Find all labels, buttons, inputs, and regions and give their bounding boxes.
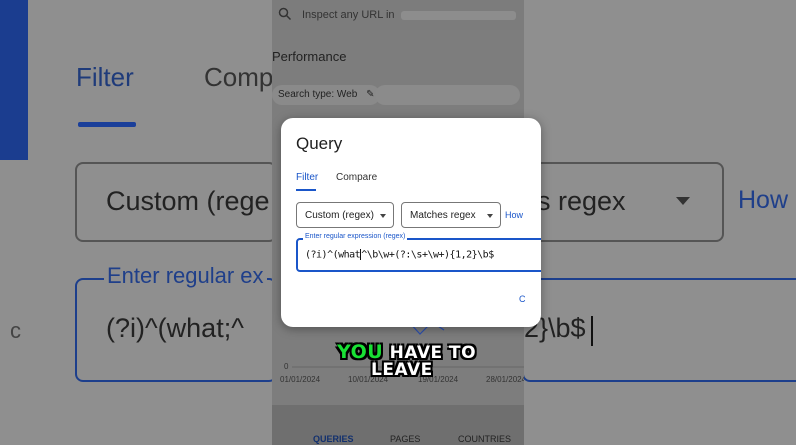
caption-line-2: LEAVE [371, 360, 433, 380]
tab-filter[interactable]: Filter [296, 172, 318, 183]
match-type-value: Matches regex [410, 210, 476, 221]
background-stray-letter: c [10, 318, 21, 343]
edit-pencil-icon: ✎ [366, 89, 375, 100]
tab-compare[interactable]: Compare [336, 172, 377, 183]
blurred-domain [400, 10, 516, 20]
background-accent-bar [0, 0, 28, 160]
blurred-date-chip[interactable] [375, 85, 520, 105]
search-placeholder: Inspect any URL in [302, 9, 395, 21]
background-regex-label: Enter regular ex [104, 263, 267, 289]
filter-type-value: Custom (regex) [305, 210, 374, 221]
search-type-chip[interactable]: Search type: Web ✎ [272, 85, 381, 105]
section-title: Performance [272, 49, 347, 64]
chart-x-tick: 28/01/2024 [486, 375, 524, 384]
regex-input-value[interactable]: (?i)^(what^\b\w+(?:\s+\w+){1,2}\b$ [305, 249, 494, 261]
chevron-down-icon [487, 214, 493, 218]
background-caret-icon [676, 197, 690, 205]
regex-input-label: Enter regular expression (regex) [303, 233, 408, 240]
tab-queries[interactable]: QUERIES [313, 434, 354, 444]
chevron-down-icon [380, 214, 386, 218]
query-filter-dialog: Query Filter Compare Custom (regex) Matc… [281, 118, 541, 327]
active-tab-indicator [296, 189, 316, 191]
background-tab-underline [78, 122, 136, 127]
background-dropdown-type-label: Custom (rege [106, 186, 270, 216]
search-input[interactable]: Inspect any URL in [302, 9, 516, 21]
chart-y-tick: 0 [284, 362, 289, 371]
tab-pages[interactable]: PAGES [390, 434, 420, 444]
dialog-title: Query [296, 134, 343, 153]
search-type-chip-label: Search type: Web [278, 89, 358, 100]
regex-value-before-cursor: (?i)^(what [305, 249, 361, 261]
chart-x-tick: 01/01/2024 [280, 375, 321, 384]
search-icon [278, 7, 292, 21]
match-type-select[interactable]: Matches regex [401, 202, 501, 228]
filter-type-select[interactable]: Custom (regex) [296, 202, 394, 228]
background-regex-value-left: (?i)^(what;^ [106, 313, 244, 343]
how-link[interactable]: How [505, 210, 523, 220]
tab-countries[interactable]: COUNTRIES [458, 434, 511, 444]
background-text-cursor [591, 316, 593, 346]
partial-action-button[interactable]: C [519, 294, 526, 304]
background-tab-filter: Filter [76, 62, 134, 92]
background-how-link: How [738, 186, 789, 214]
regex-value-after-cursor: ^\b\w+(?:\s+\w+){1,2}\b$ [361, 249, 494, 261]
